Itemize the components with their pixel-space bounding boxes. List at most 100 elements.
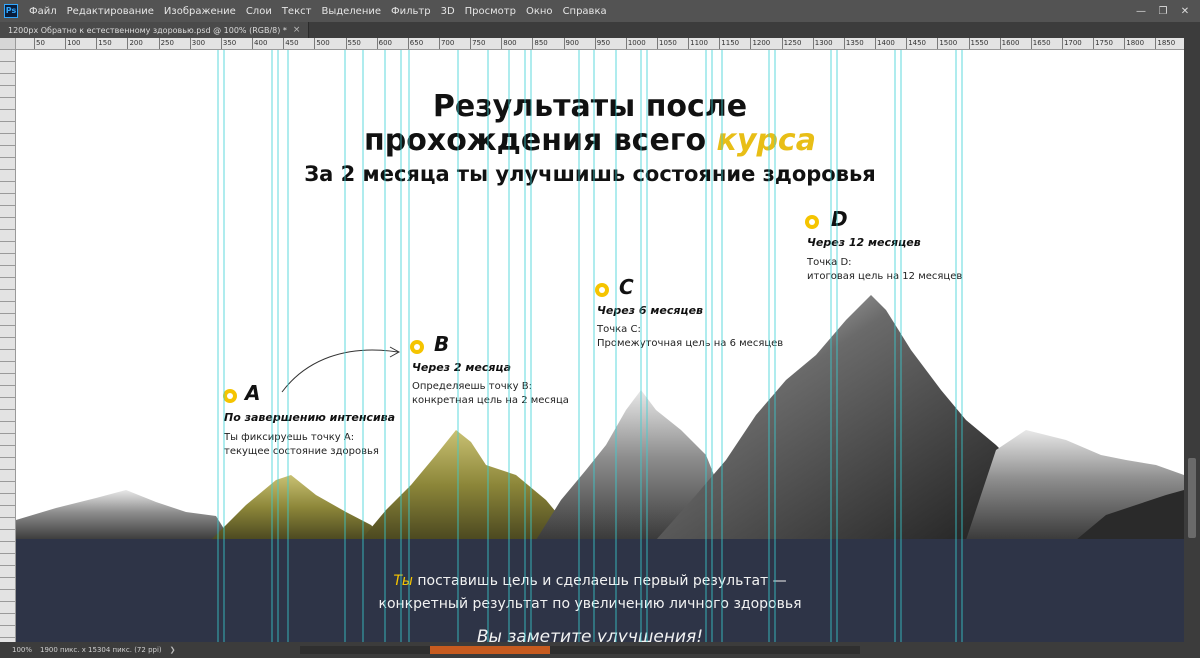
ruler-tick <box>127 38 129 49</box>
mountain-left-grey <box>16 490 231 540</box>
ruler-tick-label: 450 <box>285 39 299 47</box>
menu-layers[interactable]: Слои <box>241 6 277 17</box>
document-canvas[interactable]: Результаты после прохождения всего курса… <box>16 50 1184 642</box>
ruler-tick <box>1030 38 1032 49</box>
vertical-ruler[interactable] <box>0 50 16 642</box>
ruler-tick <box>812 38 814 49</box>
status-bar: 100% 1900 пикс. x 15304 пикс. (72 ppi) ❯ <box>0 642 1200 658</box>
ruler-tick <box>563 38 565 49</box>
menu-edit[interactable]: Редактирование <box>62 6 159 17</box>
ruler-tick <box>719 38 721 49</box>
ruler-tick <box>688 38 690 49</box>
ruler-tick-label: 50 <box>36 39 45 47</box>
photoshop-logo-icon: Ps <box>4 4 18 18</box>
ruler-tick <box>470 38 472 49</box>
document-tab[interactable]: 1200px Обратно к естественному здоровью.… <box>0 22 310 38</box>
window-controls: — ❐ ✕ <box>1132 4 1200 18</box>
ruler-tick-label: 600 <box>378 39 393 47</box>
menu-select[interactable]: Выделение <box>316 6 386 17</box>
ruler-tick <box>937 38 939 49</box>
ruler-tick-label: 1500 <box>939 39 958 47</box>
mountain-olive-left <box>211 475 386 540</box>
ruler-tick-label: 1750 <box>1095 39 1113 47</box>
ruler-tick <box>594 38 596 49</box>
ruler-tick-label: 1400 <box>877 39 895 47</box>
tab-close-icon[interactable]: × <box>293 25 301 35</box>
ruler-tick-label: 900 <box>565 39 579 47</box>
ruler-tick <box>999 38 1001 49</box>
ruler-tick <box>252 38 254 49</box>
milestone-d-desc-line1: Точка D: <box>807 257 852 268</box>
horizontal-ruler[interactable]: 50 100 150 200 250 300 350 400 450 500 550 600 650 70… <box>16 38 1184 50</box>
close-icon[interactable]: ✕ <box>1176 4 1194 18</box>
ruler-tick <box>750 38 752 49</box>
ruler-tick-label: 1200 <box>752 39 771 47</box>
ruler-tick-label: 1250 <box>783 39 802 47</box>
horizontal-scrollbar[interactable] <box>300 646 860 654</box>
ruler-tick <box>906 38 908 49</box>
ruler-tick-label: 400 <box>254 39 268 47</box>
ruler-tick <box>1093 38 1095 49</box>
ruler-tick-label: 500 <box>316 39 330 47</box>
ruler-tick <box>657 38 658 49</box>
ruler-tick-label: 1850 <box>1157 39 1176 47</box>
ruler-tick-label: 1100 <box>690 39 708 47</box>
result-band-line1-rest: поставишь цель и сделаешь первый результ… <box>412 573 787 589</box>
minimize-icon[interactable]: — <box>1132 4 1150 18</box>
page-subtitle: За 2 месяца ты улучшишь состояние здоров… <box>304 162 876 186</box>
chevron-right-icon[interactable]: ❯ <box>170 646 176 654</box>
milestone-c-dot-icon <box>595 283 609 297</box>
ruler-tick <box>65 38 67 49</box>
ruler-tick <box>158 38 160 49</box>
result-band-line2: конкретный результат по увеличению лично… <box>378 596 802 612</box>
menu-window[interactable]: Окно <box>521 6 558 17</box>
ruler-tick-label: 1650 <box>1032 39 1051 47</box>
menu-view[interactable]: Просмотр <box>460 6 521 17</box>
ruler-tick-label: 150 <box>98 39 112 47</box>
milestone-a-desc-line1: Ты фиксируешь точку А: <box>224 432 355 443</box>
milestone-d-desc-line2: итоговая цель на 12 месяцев <box>807 271 963 282</box>
menu-file[interactable]: Файл <box>24 6 62 17</box>
vertical-scrollbar-thumb[interactable] <box>1188 458 1196 538</box>
ruler-tick-label: 650 <box>409 39 424 47</box>
document-tab-title: 1200px Обратно к естественному здоровью.… <box>8 25 287 35</box>
ruler-tick-label: 800 <box>503 39 517 47</box>
milestone-c-when: Через 6 месяцев <box>597 304 703 317</box>
ruler-tick <box>96 38 98 49</box>
ruler-tick <box>345 38 347 49</box>
ruler-tick <box>501 38 503 49</box>
menu-image[interactable]: Изображение <box>159 6 241 17</box>
page-title-line1: Результаты после <box>432 89 748 124</box>
milestone-b-dot-icon <box>410 340 424 354</box>
ruler-tick-label: 750 <box>472 39 486 47</box>
vertical-scrollbar[interactable] <box>1184 38 1200 642</box>
menu-help[interactable]: Справка <box>558 6 612 17</box>
milestone-b-desc-line1: Определяешь точку В: <box>412 381 532 392</box>
menu-type[interactable]: Текст <box>277 6 317 17</box>
ruler-tick-label: 1050 <box>659 39 677 47</box>
horizontal-scrollbar-thumb[interactable] <box>430 646 550 654</box>
ruler-corner[interactable] <box>0 38 16 50</box>
milestone-b-letter: B <box>434 332 450 356</box>
document-info: 1900 пикс. x 15304 пикс. (72 ppi) <box>40 646 162 654</box>
zoom-level[interactable]: 100% <box>0 646 32 654</box>
ruler-tick-label: 350 <box>222 39 237 47</box>
ruler-tick-label: 550 <box>347 39 361 47</box>
ruler-tick <box>875 38 877 49</box>
page-title-line2: прохождения всего курса <box>16 124 1164 158</box>
menu-filter[interactable]: Фильтр <box>386 6 436 17</box>
ruler-tick <box>1124 38 1126 49</box>
milestone-a-letter: A <box>245 381 261 405</box>
restore-icon[interactable]: ❐ <box>1154 4 1172 18</box>
vertical-ruler-ticks <box>0 50 15 642</box>
milestone-d-when: Через 12 месяцев <box>807 236 921 249</box>
ruler-tick <box>189 38 191 49</box>
ruler-tick <box>283 38 285 49</box>
milestone-a-when: По завершению интенсива <box>224 411 396 424</box>
milestone-b-desc-line2: конкретная цель на 2 месяца <box>412 395 569 406</box>
ruler-tick-label: 1300 <box>814 39 833 47</box>
ruler-tick <box>843 38 845 49</box>
menu-3d[interactable]: 3D <box>436 6 460 17</box>
ruler-tick <box>407 38 409 49</box>
ruler-tick <box>376 38 378 49</box>
